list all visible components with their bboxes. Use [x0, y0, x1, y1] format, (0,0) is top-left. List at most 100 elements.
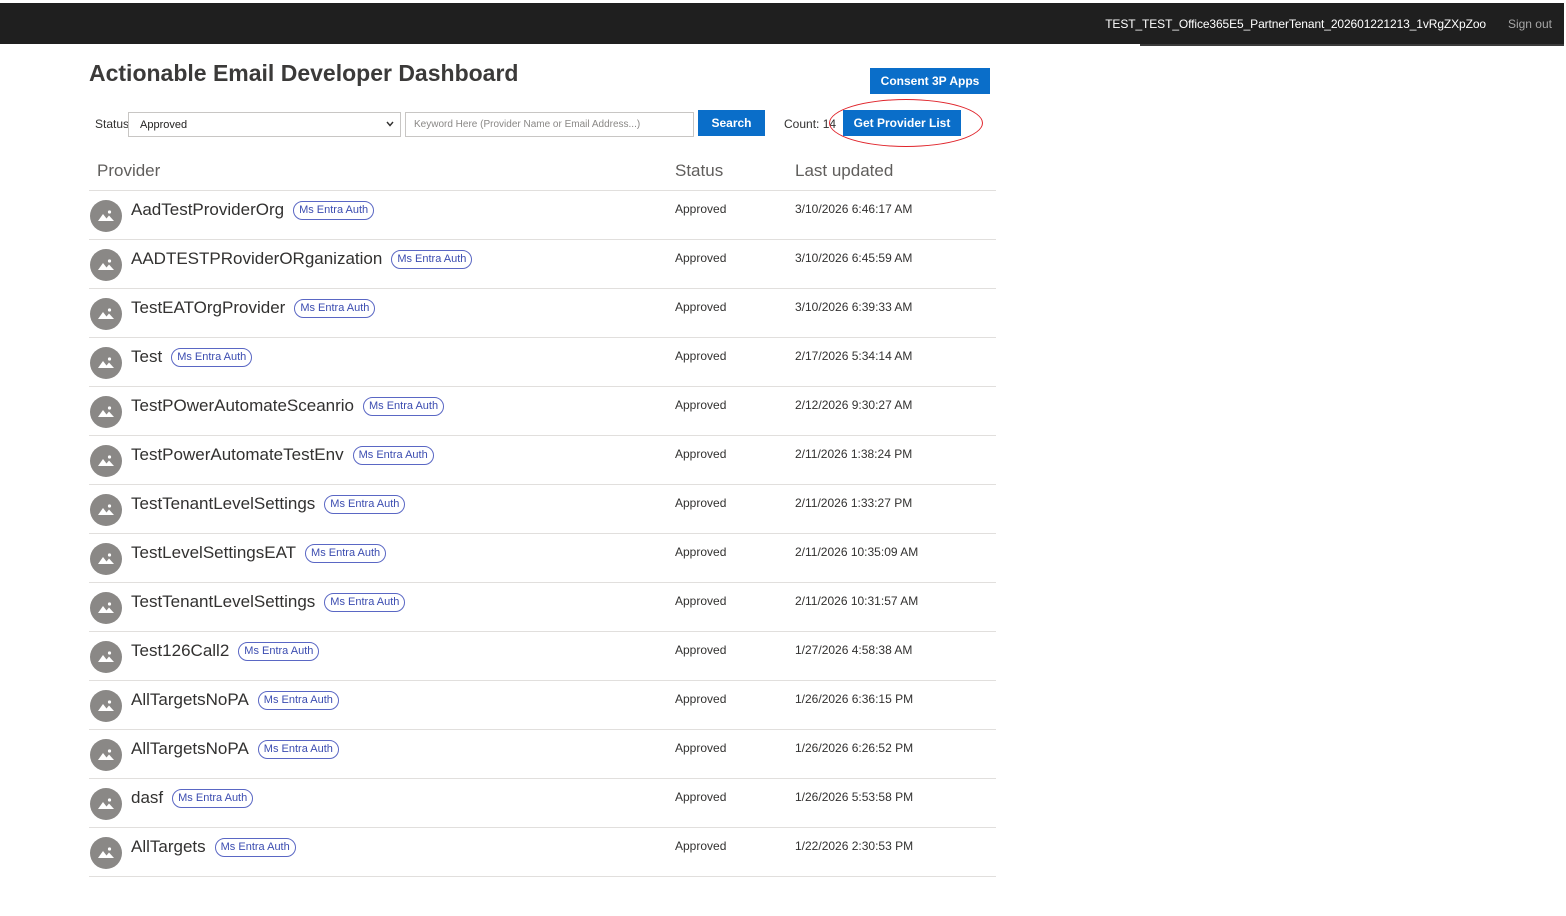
provider-last-updated: 2/11/2026 1:38:24 PM — [795, 447, 913, 461]
search-button[interactable]: Search — [698, 110, 765, 136]
provider-last-updated: 1/27/2026 4:58:38 AM — [795, 643, 913, 657]
provider-name-text: AadTestProviderOrg — [131, 200, 285, 219]
provider-name-text: AllTargetsNoPA — [131, 739, 249, 758]
table-row[interactable]: TestPOwerAutomateSceanrio Ms Entra Auth Ap… — [89, 387, 996, 436]
table-row[interactable]: TestTenantLevelSettings Ms Entra Auth Appr… — [89, 583, 996, 632]
table-row[interactable]: AADTESTPRoviderORganization Ms Entra Auth… — [89, 240, 996, 289]
provider-name-text: AADTESTPRoviderORganization — [131, 249, 383, 268]
auth-badge: Ms Entra Auth — [352, 445, 434, 465]
provider-status: Approved — [675, 594, 727, 608]
provider-name-text: TestEATOrgProvider — [131, 298, 286, 317]
table-row[interactable]: Test126Call2 Ms Entra Auth Approved 1/27/20… — [89, 632, 996, 681]
auth-badge: Ms Entra Auth — [257, 739, 339, 759]
provider-status: Approved — [675, 790, 727, 804]
provider-status: Approved — [675, 643, 727, 657]
provider-name[interactable]: AadTestProviderOrg Ms Entra Auth — [131, 200, 375, 220]
provider-name[interactable]: TestLevelSettingsEAT Ms Entra Auth — [131, 543, 387, 563]
provider-table: Provider Status Last updated AadTestProv… — [89, 152, 996, 877]
provider-name[interactable]: AADTESTPRoviderORganization Ms Entra Auth — [131, 249, 473, 269]
page-title: Actionable Email Developer Dashboard — [89, 60, 519, 86]
image-placeholder-icon — [90, 641, 122, 673]
provider-name[interactable]: AllTargets Ms Entra Auth — [131, 837, 296, 857]
provider-name[interactable]: TestPOwerAutomateSceanrio Ms Entra Auth — [131, 396, 445, 416]
provider-last-updated: 3/10/2026 6:46:17 AM — [795, 202, 913, 216]
provider-status: Approved — [675, 202, 727, 216]
auth-badge: Ms Entra Auth — [294, 298, 376, 318]
provider-status: Approved — [675, 692, 727, 706]
table-row[interactable]: TestLevelSettingsEAT Ms Entra Auth Approve… — [89, 534, 996, 583]
table-row[interactable]: AllTargetsNoPA Ms Entra Auth Approved 1/26/… — [89, 730, 996, 779]
provider-name-text: AllTargets — [131, 837, 206, 856]
provider-name[interactable]: TestTenantLevelSettings Ms Entra Auth — [131, 592, 406, 612]
provider-name-text: TestPowerAutomateTestEnv — [131, 445, 344, 464]
provider-status: Approved — [675, 398, 727, 412]
auth-badge: Ms Entra Auth — [172, 788, 254, 808]
auth-badge: Ms Entra Auth — [363, 396, 445, 416]
provider-name[interactable]: TestEATOrgProvider Ms Entra Auth — [131, 298, 376, 318]
provider-name-text: dasf — [131, 788, 164, 807]
provider-name[interactable]: TestPowerAutomateTestEnv Ms Entra Auth — [131, 445, 434, 465]
table-row[interactable]: TestEATOrgProvider Ms Entra Auth Approved 3… — [89, 289, 996, 338]
provider-status: Approved — [675, 839, 727, 853]
image-placeholder-icon — [90, 592, 122, 624]
provider-count: Count: 14 — [784, 117, 837, 131]
get-provider-list-button[interactable]: Get Provider List — [843, 110, 961, 136]
provider-last-updated: 2/11/2026 1:33:27 PM — [795, 496, 913, 510]
provider-name[interactable]: Test126Call2 Ms Entra Auth — [131, 641, 320, 661]
provider-status: Approved — [675, 447, 727, 461]
provider-status: Approved — [675, 300, 727, 314]
provider-last-updated: 3/10/2026 6:39:33 AM — [795, 300, 913, 314]
auth-badge: Ms Entra Auth — [214, 837, 296, 857]
table-row[interactable]: AllTargets Ms Entra Auth Approved 1/22/2026… — [89, 828, 996, 877]
provider-status: Approved — [675, 349, 727, 363]
provider-status: Approved — [675, 496, 727, 510]
provider-name[interactable]: TestTenantLevelSettings Ms Entra Auth — [131, 494, 406, 514]
auth-badge: Ms Entra Auth — [238, 641, 320, 661]
table-row[interactable]: TestTenantLevelSettings Ms Entra Auth Appr… — [89, 485, 996, 534]
auth-badge: Ms Entra Auth — [305, 543, 387, 563]
top-bar: TEST_TEST_Office365E5_PartnerTenant_2026… — [0, 3, 1564, 46]
table-row[interactable]: AadTestProviderOrg Ms Entra Auth Approved 3… — [89, 191, 996, 240]
image-placeholder-icon — [90, 543, 122, 575]
chevron-down-icon — [386, 121, 394, 127]
auth-badge: Ms Entra Auth — [324, 592, 406, 612]
image-placeholder-icon — [90, 200, 122, 232]
provider-name-text: TestPOwerAutomateSceanrio — [131, 396, 354, 415]
provider-name-text: AllTargetsNoPA — [131, 690, 249, 709]
auth-badge: Ms Entra Auth — [391, 249, 473, 269]
image-placeholder-icon — [90, 298, 122, 330]
image-placeholder-icon — [90, 739, 122, 771]
auth-badge: Ms Entra Auth — [257, 690, 339, 710]
table-row[interactable]: Test Ms Entra Auth Approved 2/17/2026 5:34:… — [89, 338, 996, 387]
provider-status: Approved — [675, 741, 727, 755]
provider-status: Approved — [675, 251, 727, 265]
provider-last-updated: 2/11/2026 10:35:09 AM — [795, 545, 919, 559]
image-placeholder-icon — [90, 788, 122, 820]
table-row[interactable]: AllTargetsNoPA Ms Entra Auth Approved 1/26/… — [89, 681, 996, 730]
status-dropdown[interactable]: Approved — [128, 112, 401, 137]
status-label: Status — [95, 117, 130, 131]
auth-badge: Ms Entra Auth — [171, 347, 253, 367]
consent-3p-apps-button[interactable]: Consent 3P Apps — [870, 68, 990, 94]
image-placeholder-icon — [90, 445, 122, 477]
provider-name[interactable]: Test Ms Entra Auth — [131, 347, 253, 367]
provider-name-text: TestTenantLevelSettings — [131, 494, 316, 513]
provider-name[interactable]: AllTargetsNoPA Ms Entra Auth — [131, 739, 339, 759]
image-placeholder-icon — [90, 690, 122, 722]
provider-name[interactable]: AllTargetsNoPA Ms Entra Auth — [131, 690, 339, 710]
keyword-search-input[interactable] — [405, 112, 694, 137]
column-header-status: Status — [675, 161, 724, 180]
provider-last-updated: 2/17/2026 5:34:14 AM — [795, 349, 913, 363]
provider-name[interactable]: dasf Ms Entra Auth — [131, 788, 254, 808]
provider-name-text: TestTenantLevelSettings — [131, 592, 316, 611]
provider-name-text: Test — [131, 347, 163, 366]
provider-last-updated: 1/26/2026 6:26:52 PM — [795, 741, 914, 755]
auth-badge: Ms Entra Auth — [324, 494, 406, 514]
auth-badge: Ms Entra Auth — [293, 200, 375, 220]
provider-last-updated: 3/10/2026 6:45:59 AM — [795, 251, 913, 265]
table-row[interactable]: dasf Ms Entra Auth Approved 1/26/2026 5:53:… — [89, 779, 996, 828]
sign-out-link[interactable]: Sign out — [1508, 17, 1552, 31]
provider-status: Approved — [675, 545, 727, 559]
table-row[interactable]: TestPowerAutomateTestEnv Ms Entra Auth App… — [89, 436, 996, 485]
status-dropdown-value: Approved — [140, 118, 188, 131]
